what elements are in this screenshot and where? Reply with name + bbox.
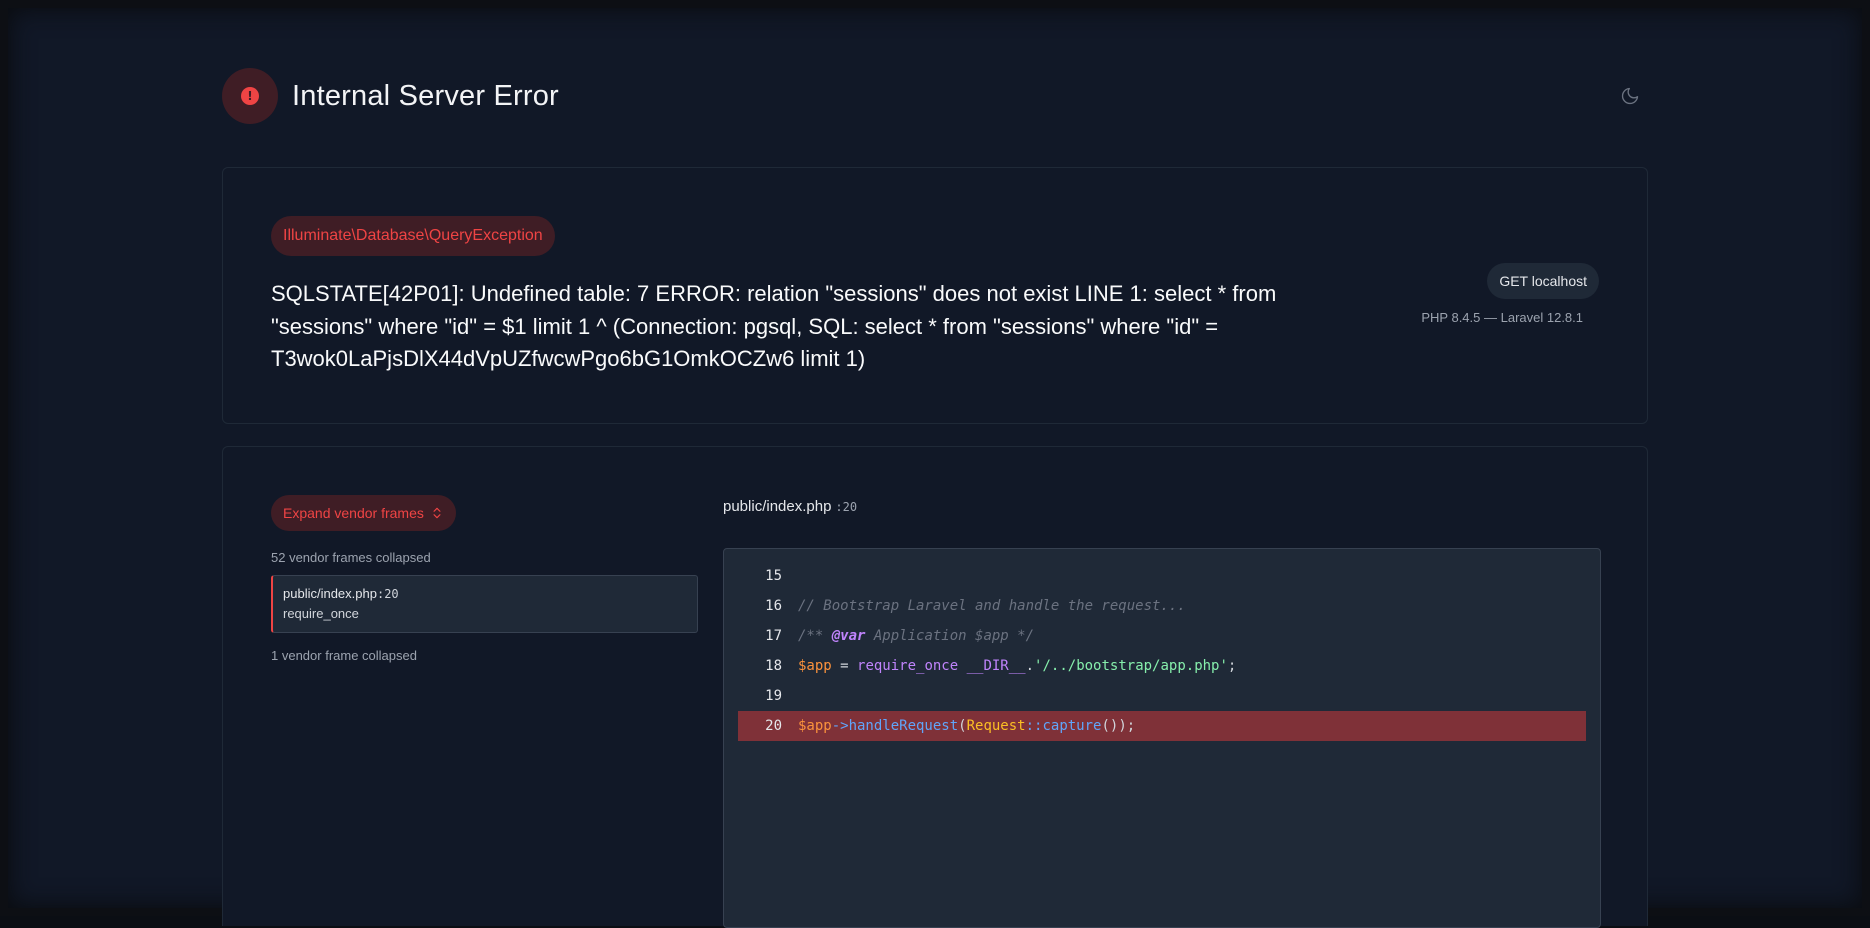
- exclamation-icon: !: [241, 87, 259, 105]
- version-info: PHP 8.4.5 — Laravel 12.8.1: [1421, 310, 1583, 325]
- code-comment: // Bootstrap Laravel and handle the requ…: [798, 598, 1186, 614]
- page-header: ! Internal Server Error: [222, 68, 1648, 124]
- code-line: 15: [738, 561, 1586, 591]
- code-operator: =: [831, 658, 858, 674]
- code-string: '/../bootstrap/app.php': [1034, 658, 1228, 674]
- chevron-up-down-icon: [433, 507, 441, 519]
- stack-trace-card: Expand vendor frames 52 vendor frames co…: [222, 446, 1648, 928]
- theme-toggle-button[interactable]: [1618, 84, 1642, 108]
- line-number: 20: [765, 718, 782, 734]
- vendor-frame-collapsed-note[interactable]: 1 vendor frame collapsed: [271, 648, 417, 663]
- code-comment: /**: [798, 628, 832, 644]
- line-number: 19: [765, 688, 782, 704]
- expand-label: Expand vendor frames: [283, 505, 424, 521]
- code-operator: ;: [1227, 658, 1237, 674]
- page-title: Internal Server Error: [292, 79, 559, 112]
- stack-frame[interactable]: public/index.php:20 require_once: [271, 575, 698, 633]
- code-file-path: public/index.php: [723, 498, 832, 515]
- code-operator: (: [958, 718, 967, 734]
- request-badge: GET localhost: [1487, 263, 1599, 299]
- code-line: 18 $app = require_once __DIR__.'/../boots…: [738, 651, 1586, 681]
- line-number: 16: [765, 598, 782, 614]
- code-snippet: 15 16 // Bootstrap Laravel and handle the…: [723, 548, 1601, 928]
- frame-function: require_once: [283, 606, 359, 621]
- code-line: 16 // Bootstrap Laravel and handle the re…: [738, 591, 1586, 621]
- code-constant: __DIR__: [966, 658, 1026, 674]
- expand-vendor-frames-button[interactable]: Expand vendor frames: [271, 495, 456, 531]
- code-operator: ::: [1025, 718, 1043, 734]
- exception-message: SQLSTATE[42P01]: Undefined table: 7 ERRO…: [271, 281, 1277, 371]
- code-comment: Application $app */: [865, 628, 1035, 644]
- code-line: 17 /** @var Application $app */: [738, 621, 1586, 651]
- exception-class-badge: Illuminate\Database\QueryException: [271, 216, 555, 256]
- code-file-title: public/index.php:20: [723, 498, 857, 515]
- code-line: 19: [738, 681, 1586, 711]
- moon-icon: [1621, 87, 1639, 105]
- code-function: capture: [1042, 718, 1102, 734]
- code-variable: $app: [798, 718, 832, 734]
- code-file-line: :20: [835, 500, 858, 514]
- code-function: handleRequest: [848, 718, 959, 734]
- vendor-frames-collapsed-note[interactable]: 52 vendor frames collapsed: [271, 550, 431, 565]
- code-operator: ());: [1101, 718, 1136, 734]
- highlighted-code-line: 20 $app->handleRequest(Request::capture()…: [738, 711, 1586, 741]
- code-keyword: require_once: [857, 658, 967, 674]
- code-variable: $app: [798, 658, 832, 674]
- frame-line: :20: [376, 587, 399, 601]
- error-badge: !: [222, 68, 278, 124]
- frame-file: public/index.php: [283, 586, 377, 601]
- code-operator: .: [1025, 658, 1035, 674]
- exception-card: Illuminate\Database\QueryException SQLST…: [222, 167, 1648, 424]
- line-number: 17: [765, 628, 782, 644]
- code-operator: ->: [831, 718, 849, 734]
- code-doc-tag: @var: [831, 628, 866, 644]
- line-number: 15: [765, 568, 782, 584]
- code-class: Request: [966, 718, 1026, 734]
- line-number: 18: [765, 658, 782, 674]
